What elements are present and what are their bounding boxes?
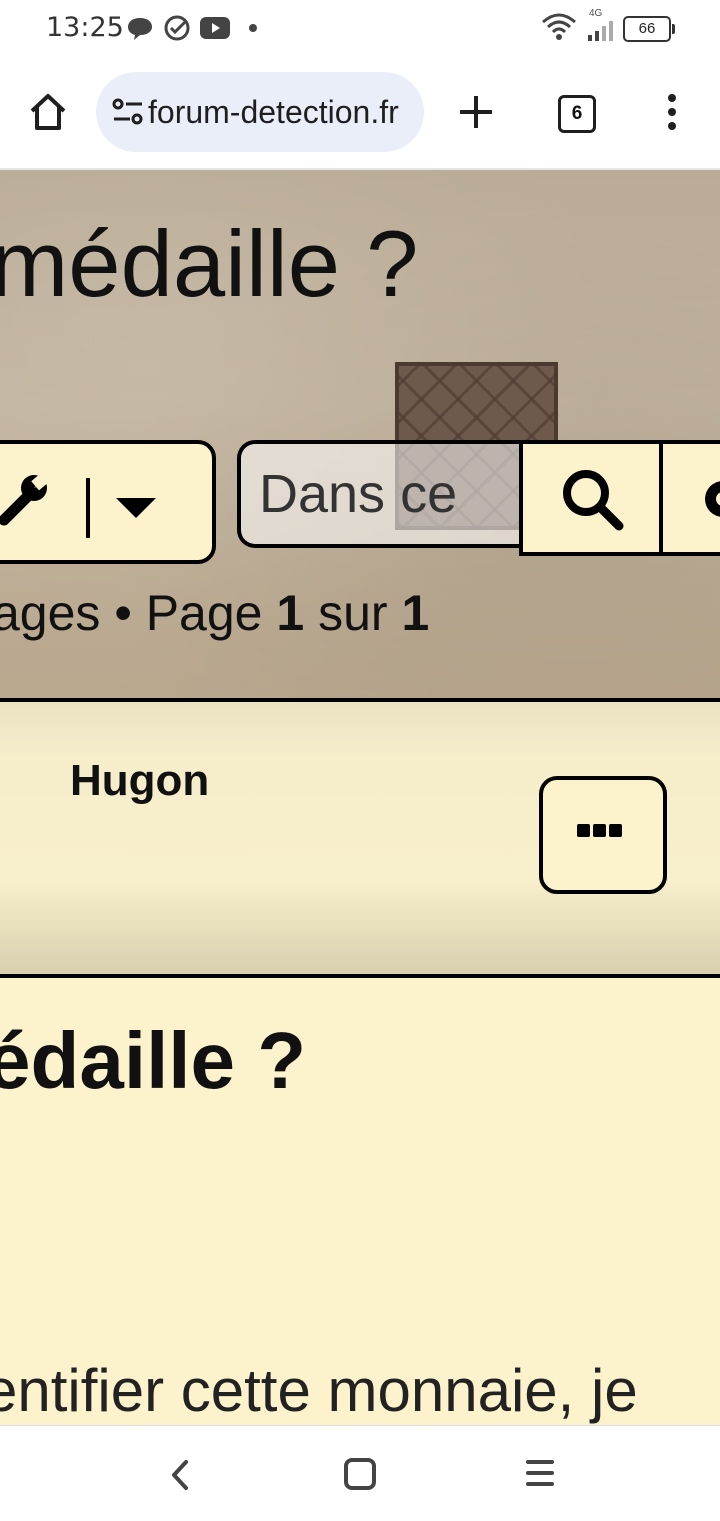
site-settings-icon[interactable] [112,98,144,126]
topic-tools-button[interactable] [0,440,216,564]
post-body: entifier cette monnaie, je [0,1357,638,1424]
chevron-down-icon [116,498,156,518]
post-header: Hugon [0,702,720,978]
gear-icon [705,481,720,517]
post-options-button[interactable] [539,776,667,894]
new-tab-icon[interactable] [458,94,494,130]
search-input[interactable] [237,440,519,548]
battery-level: 66 [638,20,656,37]
url-text[interactable]: forum-detection.fr [148,94,399,131]
page-content: médaille ? Dans ce ages • Page 1 sur 1 H… [0,170,720,1425]
check-circle-icon [164,15,190,41]
status-time: 13:25 [46,12,124,43]
address-bar[interactable]: forum-detection.fr [96,72,424,152]
tab-switcher-icon[interactable]: 6 [558,95,596,133]
home-icon[interactable] [28,92,68,132]
recents-icon[interactable] [524,1458,556,1488]
youtube-icon [200,17,230,39]
pagination-prefix: ages • Page [0,585,277,641]
more-dots-icon [577,824,625,842]
battery-icon: 66 [623,16,675,42]
chat-bubble-icon [128,18,152,40]
cell-signal-icon [588,21,613,41]
tab-count: 6 [571,103,583,124]
back-icon[interactable] [168,1458,192,1492]
topic-search [237,440,720,556]
post-author[interactable]: Hugon [70,756,209,806]
pagination-info: ages • Page 1 sur 1 [0,584,429,642]
status-bar: 13:25 4G 66 [0,0,720,58]
network-type: 4G [589,8,603,19]
current-page: 1 [276,585,305,641]
home-square-icon[interactable] [342,1456,378,1492]
advanced-search-button[interactable] [663,440,720,556]
menu-icon[interactable] [664,94,680,130]
topic-title-header[interactable]: médaille ? [0,210,418,318]
dot-icon [249,24,257,32]
forum-header: médaille ? Dans ce ages • Page 1 sur 1 [0,170,720,702]
search-icon [563,470,624,531]
system-nav-bar [0,1425,720,1521]
wrench-icon [0,470,52,526]
pagination-separator: sur [304,585,402,641]
browser-toolbar: forum-detection.fr 6 [0,58,720,170]
divider [86,478,90,538]
total-pages: 1 [401,585,430,641]
search-button[interactable] [519,440,663,556]
post-title: édaille ? [0,1016,307,1105]
wifi-icon [542,13,576,40]
